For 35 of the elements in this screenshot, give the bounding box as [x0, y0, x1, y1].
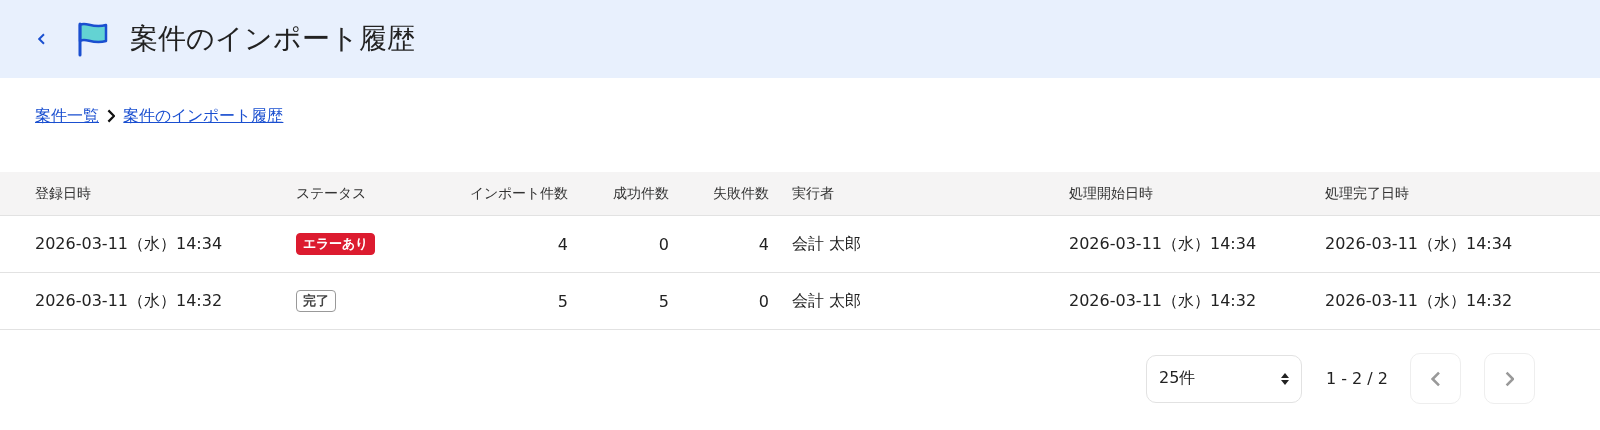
- status-badge: エラーあり: [296, 233, 375, 255]
- page-title: 案件のインポート履歴: [130, 21, 415, 57]
- column-header: 登録日時: [35, 184, 92, 203]
- table-cell-text: 2026-03-11（水）14:32: [1325, 290, 1514, 312]
- column-header: 失敗件数: [712, 184, 769, 203]
- previous-icon: [1430, 370, 1441, 387]
- per-page-select[interactable]: 25件: [1145, 354, 1302, 403]
- table-cell-text: 5: [556, 291, 568, 311]
- table-cell-text: 2026-03-11（水）14:34: [1325, 233, 1514, 255]
- table-cell-text: 2026-03-11（水）14:34: [35, 233, 224, 255]
- table-cell-text: 2026-03-11（水）14:32: [1069, 290, 1258, 312]
- column-header: インポート件数: [469, 184, 568, 203]
- table-cell-text: 5: [657, 291, 669, 311]
- table-cell-text: 4: [757, 234, 769, 254]
- table-cell-text: 会計 太郎: [792, 290, 863, 312]
- flag-icon: [76, 21, 110, 57]
- breadcrumb-link[interactable]: 案件一覧: [35, 105, 99, 127]
- next-icon: [1504, 370, 1515, 387]
- back-icon: [38, 33, 46, 45]
- page-range: 1 - 2 / 2: [1325, 369, 1388, 388]
- sort-arrows-icon: [1280, 372, 1289, 385]
- column-header: 実行者: [792, 184, 835, 203]
- status-badge: 完了: [296, 290, 336, 312]
- table-cell-text: 会計 太郎: [792, 233, 863, 255]
- breadcrumb-link[interactable]: 案件のインポート履歴: [123, 105, 284, 127]
- column-header: 処理完了日時: [1325, 184, 1410, 203]
- table-cell-text: 4: [556, 234, 568, 254]
- column-header: ステータス: [296, 184, 367, 203]
- column-header: 成功件数: [612, 184, 669, 203]
- column-header: 処理開始日時: [1069, 184, 1154, 203]
- chevron-icon: [107, 109, 116, 123]
- table-cell-text: 0: [657, 234, 669, 254]
- table-cell-text: 2026-03-11（水）14:32: [35, 290, 224, 312]
- table-cell-text: 0: [757, 291, 769, 311]
- table-cell-text: 2026-03-11（水）14:34: [1069, 233, 1258, 255]
